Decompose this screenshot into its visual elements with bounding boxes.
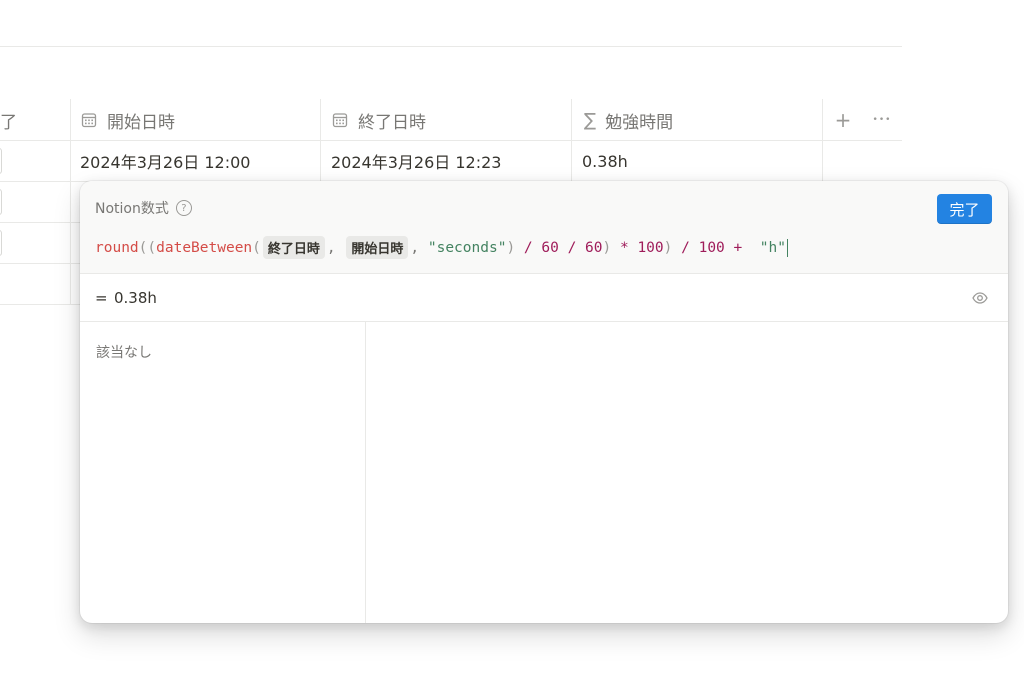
column-header-label: 終了日時 <box>358 112 426 133</box>
help-icon[interactable]: ? <box>175 200 192 216</box>
add-column-button[interactable]: + <box>832 99 854 141</box>
result-equals: = <box>95 288 108 307</box>
top-divider <box>0 46 902 47</box>
empty-state-text: 該当なし <box>96 345 152 361</box>
sigma-icon: ∑ <box>584 109 597 131</box>
popup-title: Notion数式 ? <box>95 198 192 218</box>
formula-token: / <box>681 239 690 256</box>
suggestions-list: 該当なし <box>80 322 366 623</box>
formula-token: ) <box>602 239 612 256</box>
formula-token: ) <box>663 239 673 256</box>
formula-token: "seconds" <box>427 239 507 256</box>
formula-token: 60 <box>585 239 603 256</box>
checkbox-cell-stub[interactable] <box>0 148 2 174</box>
popup-title-label: Notion数式 <box>95 201 169 217</box>
more-options-button[interactable]: ••• <box>870 99 894 141</box>
column-header-label: 開始日時 <box>107 112 175 133</box>
table-row[interactable]: 2024年3月26日 12:00 2024年3月26日 12:23 0.38h <box>0 141 902 182</box>
column-header-study-time[interactable]: ∑ 勉強時間 <box>584 99 673 141</box>
column-header-done[interactable]: 了 <box>0 99 17 141</box>
formula-token: / <box>567 239 577 256</box>
documentation-pane <box>367 322 1008 623</box>
formula-token: ) <box>506 239 516 256</box>
eye-icon[interactable] <box>972 290 988 306</box>
formula-editor-popup: Notion数式 ? 完了 round (( dateBetween ( 終了日… <box>80 181 1008 623</box>
result-value: 0.38h <box>114 288 157 307</box>
formula-token: "h" <box>759 239 786 256</box>
formula-token: , <box>410 239 420 256</box>
column-header-start-date[interactable]: 開始日時 <box>80 99 175 141</box>
end-date-cell[interactable]: 2024年3月26日 12:23 <box>331 141 501 181</box>
formula-token: dateBetween <box>156 239 253 256</box>
text-caret <box>786 238 789 257</box>
formula-token: 100 <box>637 239 664 256</box>
calendar-icon <box>80 111 98 129</box>
formula-token: round <box>95 239 139 256</box>
formula-token: + <box>733 239 743 256</box>
column-header-end-date[interactable]: 終了日時 <box>331 99 426 141</box>
formula-token: / <box>523 239 533 256</box>
formula-token: 60 <box>541 239 559 256</box>
calendar-icon <box>331 111 349 129</box>
table-header: 了 開始日時 終了日時 ∑ 勉強時間 + ••• <box>0 99 902 304</box>
column-header-label: 了 <box>0 112 17 133</box>
more-horizontal-icon: ••• <box>872 115 892 125</box>
checkbox-cell-stub[interactable] <box>0 189 2 215</box>
plus-icon: + <box>834 108 852 132</box>
column-header-label: 勉強時間 <box>605 112 674 133</box>
formula-input[interactable]: round (( dateBetween ( 終了日時 , 開始日時 , "se… <box>95 236 789 259</box>
done-button[interactable]: 完了 <box>937 194 992 224</box>
formula-token: ( <box>252 239 261 256</box>
start-date-cell[interactable]: 2024年3月26日 12:00 <box>80 141 250 181</box>
study-time-cell[interactable]: 0.38h <box>582 141 628 181</box>
checkbox-cell-stub[interactable] <box>0 230 2 256</box>
property-chip[interactable]: 開始日時 <box>346 236 409 259</box>
formula-token: , <box>326 239 336 256</box>
formula-token: 100 <box>698 239 725 256</box>
formula-editor: Notion数式 ? 完了 round (( dateBetween ( 終了日… <box>80 181 1008 274</box>
formula-result: = 0.38h <box>80 274 1008 322</box>
formula-token: (( <box>138 239 157 256</box>
formula-token: * <box>619 239 629 256</box>
property-chip[interactable]: 終了日時 <box>262 236 325 259</box>
notion-database-page: 了 開始日時 終了日時 ∑ 勉強時間 + ••• 2024年3月26日 12:0… <box>0 0 1024 692</box>
